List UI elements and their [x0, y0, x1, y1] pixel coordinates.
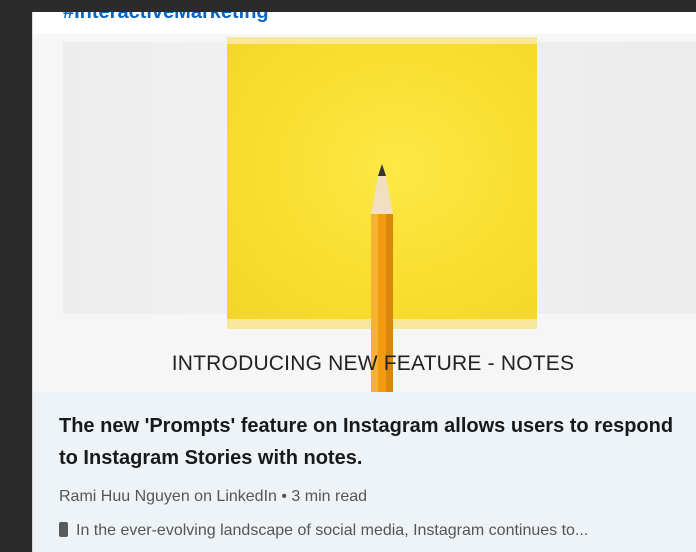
hashtag-link[interactable]: #InteractiveMarketing — [63, 12, 269, 24]
meta-separator: • — [281, 488, 287, 505]
mobile-phone-icon — [59, 522, 68, 537]
article-card[interactable]: #InteractiveMarketing INTRODUCING NEW FE… — [32, 12, 696, 552]
article-snippet: In the ever-evolving landscape of social… — [59, 522, 696, 540]
snippet-text: In the ever-evolving landscape of social… — [76, 522, 589, 539]
article-cover-image[interactable]: INTRODUCING NEW FEATURE - NOTES — [33, 34, 696, 404]
read-time: 3 min read — [291, 488, 368, 505]
card-top-band: #InteractiveMarketing — [33, 12, 696, 34]
article-title[interactable]: The new 'Prompts' feature on Instagram a… — [59, 410, 679, 474]
image-caption: INTRODUCING NEW FEATURE - NOTES — [171, 352, 575, 375]
article-author: Rami Huu Nguyen on LinkedIn — [59, 488, 277, 505]
article-text-panel[interactable]: The new 'Prompts' feature on Instagram a… — [33, 392, 696, 552]
article-meta: Rami Huu Nguyen on LinkedIn • 3 min read — [59, 488, 367, 506]
